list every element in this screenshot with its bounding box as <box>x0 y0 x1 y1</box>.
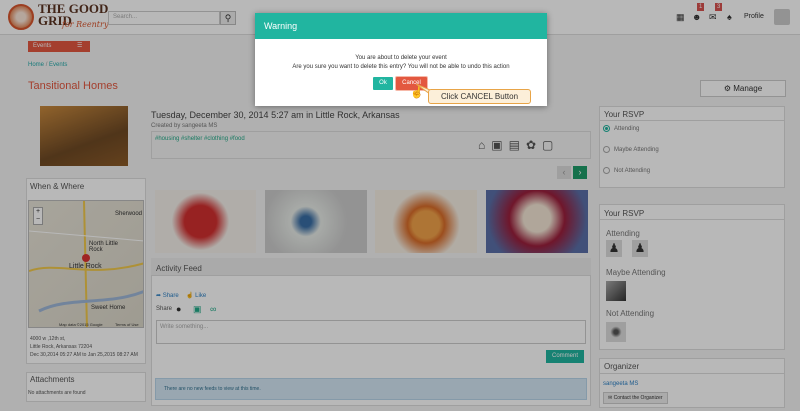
dialog-line1: You are about to delete your event <box>355 55 447 61</box>
ok-button[interactable]: Ok <box>373 77 393 90</box>
instruction-callout: Click CANCEL Button <box>428 89 531 104</box>
dialog-title: Warning <box>255 13 547 39</box>
dialog-line2: Are you sure you want to delete this ent… <box>292 64 510 70</box>
